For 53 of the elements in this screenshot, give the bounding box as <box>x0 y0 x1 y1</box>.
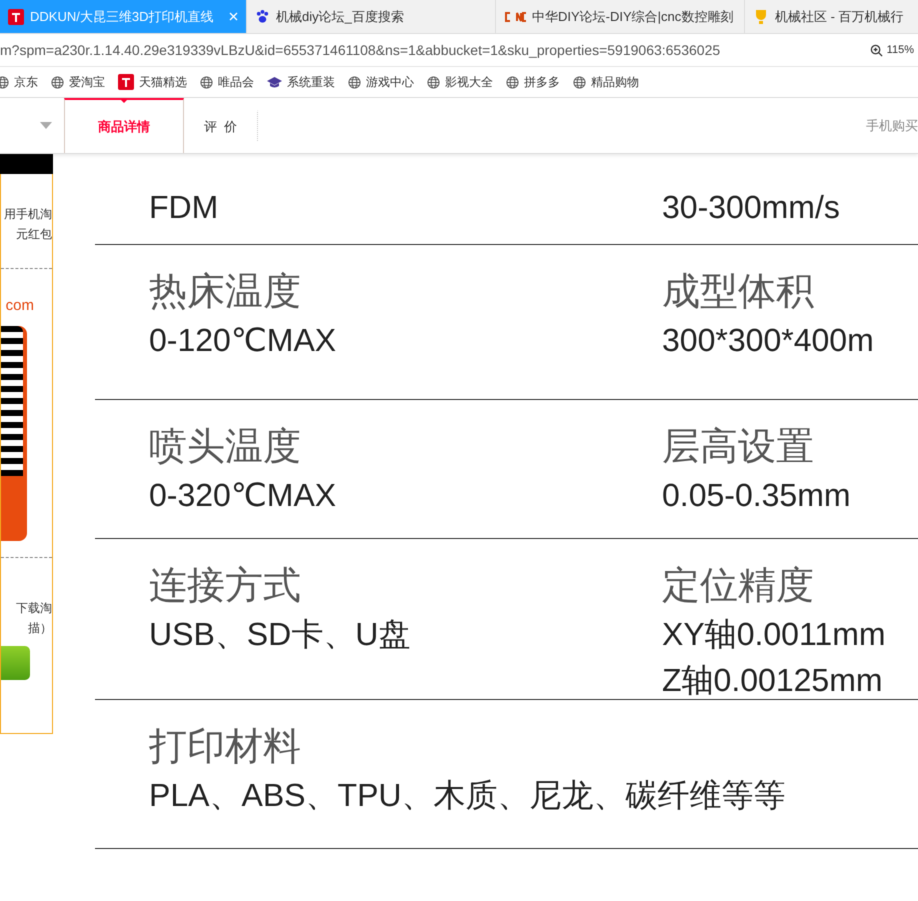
spec-value: 0-320℃MAX <box>149 476 338 515</box>
spec-label: 定位精度 <box>662 564 815 609</box>
spec-value: USB、SD卡、U盘 <box>149 615 412 654</box>
trophy-icon <box>753 8 769 24</box>
globe-icon <box>51 76 64 88</box>
bookmark[interactable]: 天猫精选 <box>118 74 187 90</box>
banner-strip <box>0 154 53 174</box>
spec-value: FDM <box>149 188 220 227</box>
bookmark[interactable]: 游戏中心 <box>348 74 414 90</box>
page-tab[interactable]: 商品详情 <box>64 98 184 153</box>
globe-icon <box>427 76 440 88</box>
bookmark[interactable]: 爱淘宝 <box>51 74 105 90</box>
page-tab[interactable]: 评 价 <box>184 110 258 141</box>
spec-value: XY轴0.0011mm <box>662 615 886 654</box>
globe-icon <box>348 76 361 88</box>
spec-label: 连接方式 <box>149 564 302 609</box>
mobile-buy-link[interactable]: 手机购买 <box>866 116 918 134</box>
spec-value: Z轴0.00125mm <box>662 661 884 700</box>
tmall-logo-icon <box>118 74 134 90</box>
bookmark[interactable]: 影视大全 <box>427 74 493 90</box>
spec-label: 热床温度 <box>149 270 302 315</box>
zoom-level: 115% <box>886 44 914 56</box>
graduation-cap-icon <box>267 76 282 88</box>
spec-label: 成型体积 <box>662 270 815 315</box>
bookmark[interactable]: 精品购物 <box>573 74 639 90</box>
promo-text: 元红包 <box>16 226 52 243</box>
download-button[interactable] <box>1 646 30 680</box>
spec-label: 层高设置 <box>662 425 815 470</box>
download-text: 下载淘 <box>16 600 52 617</box>
cnc-logo-icon <box>504 10 526 22</box>
bookmark[interactable]: 唯品会 <box>200 74 254 90</box>
spec-value: 0.05-0.35mm <box>662 476 852 515</box>
spec-label: 打印材料 <box>149 725 302 770</box>
spec-label: 喷头温度 <box>149 425 302 470</box>
close-icon[interactable] <box>229 12 238 21</box>
tmall-logo-icon <box>8 8 24 24</box>
globe-icon <box>200 76 213 88</box>
bookmark[interactable]: 京东 <box>0 74 38 90</box>
caret-icon[interactable] <box>40 122 52 129</box>
address-url[interactable]: m?spm=a230r.1.14.40.29e319339vLBzU&id=655371461108&ns=1&abbucket=1&sku_properties=5919063:6536025 <box>0 42 720 58</box>
bookmark[interactable]: 系统重装 <box>267 74 335 90</box>
spec-value: 300*300*400m <box>662 321 875 360</box>
download-text: 描） <box>28 620 52 637</box>
bookmark[interactable]: 拼多多 <box>506 74 560 90</box>
site-text: com <box>6 297 34 314</box>
promo-text: 用手机淘 <box>4 206 52 223</box>
spec-value: 0-120℃MAX <box>149 321 338 360</box>
globe-icon <box>573 76 586 88</box>
paw-icon <box>255 9 270 24</box>
globe-icon <box>506 76 519 88</box>
spec-value: 30-300mm/s <box>662 188 841 227</box>
zoom-icon[interactable] <box>870 44 883 56</box>
spec-value: PLA、ABS、TPU、木质、尼龙、碳纤维等等 <box>149 776 787 815</box>
